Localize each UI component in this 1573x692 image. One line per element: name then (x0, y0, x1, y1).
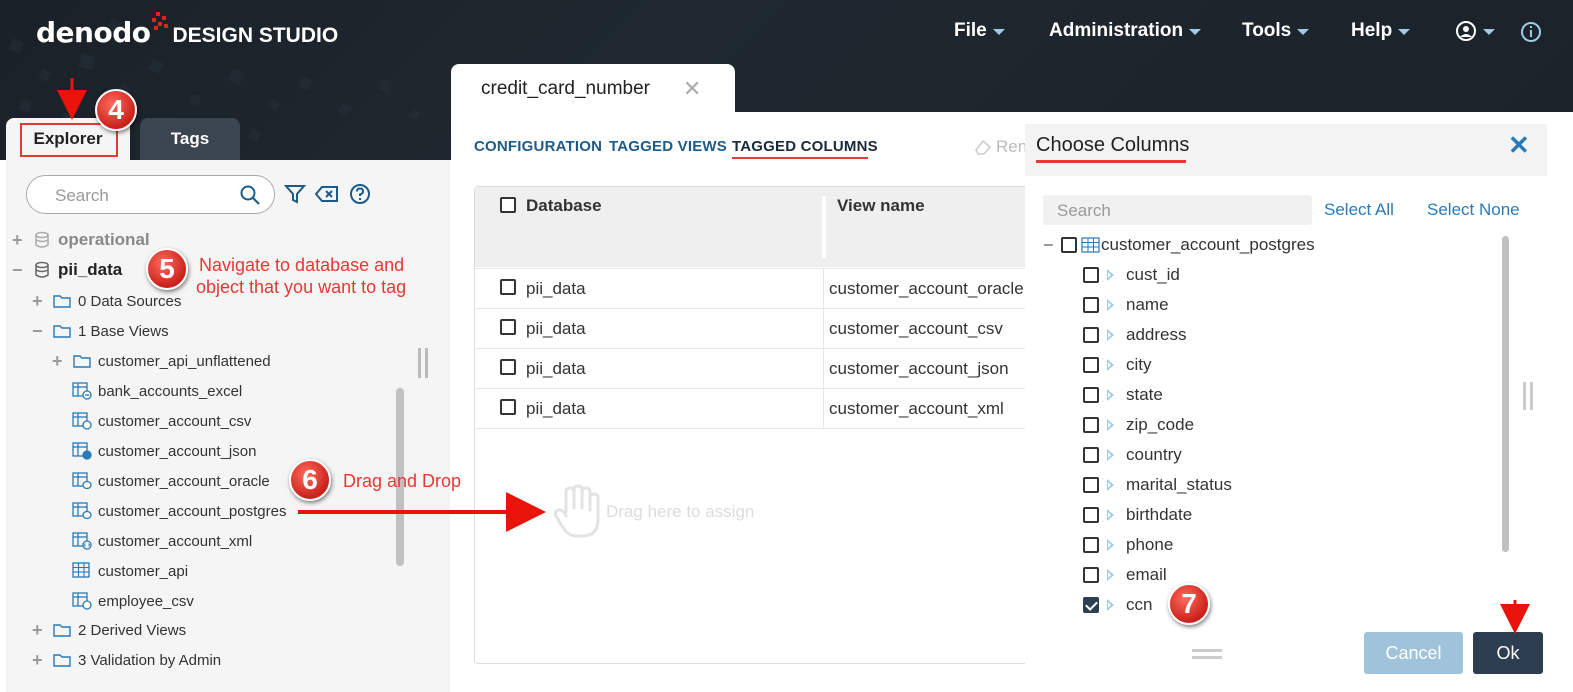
step-badge-4: 4 (95, 89, 137, 131)
step5-note-line2: object that you want to tag (196, 277, 407, 297)
step-badge-6: 6 (289, 459, 331, 501)
step-badge-7: 7 (1168, 583, 1210, 625)
annotation-arrows (57, 78, 1530, 634)
step6-note: Drag and Drop (343, 471, 462, 491)
step-badge-5: 5 (146, 248, 188, 290)
step5-note-line1: Navigate to database and (199, 255, 405, 275)
